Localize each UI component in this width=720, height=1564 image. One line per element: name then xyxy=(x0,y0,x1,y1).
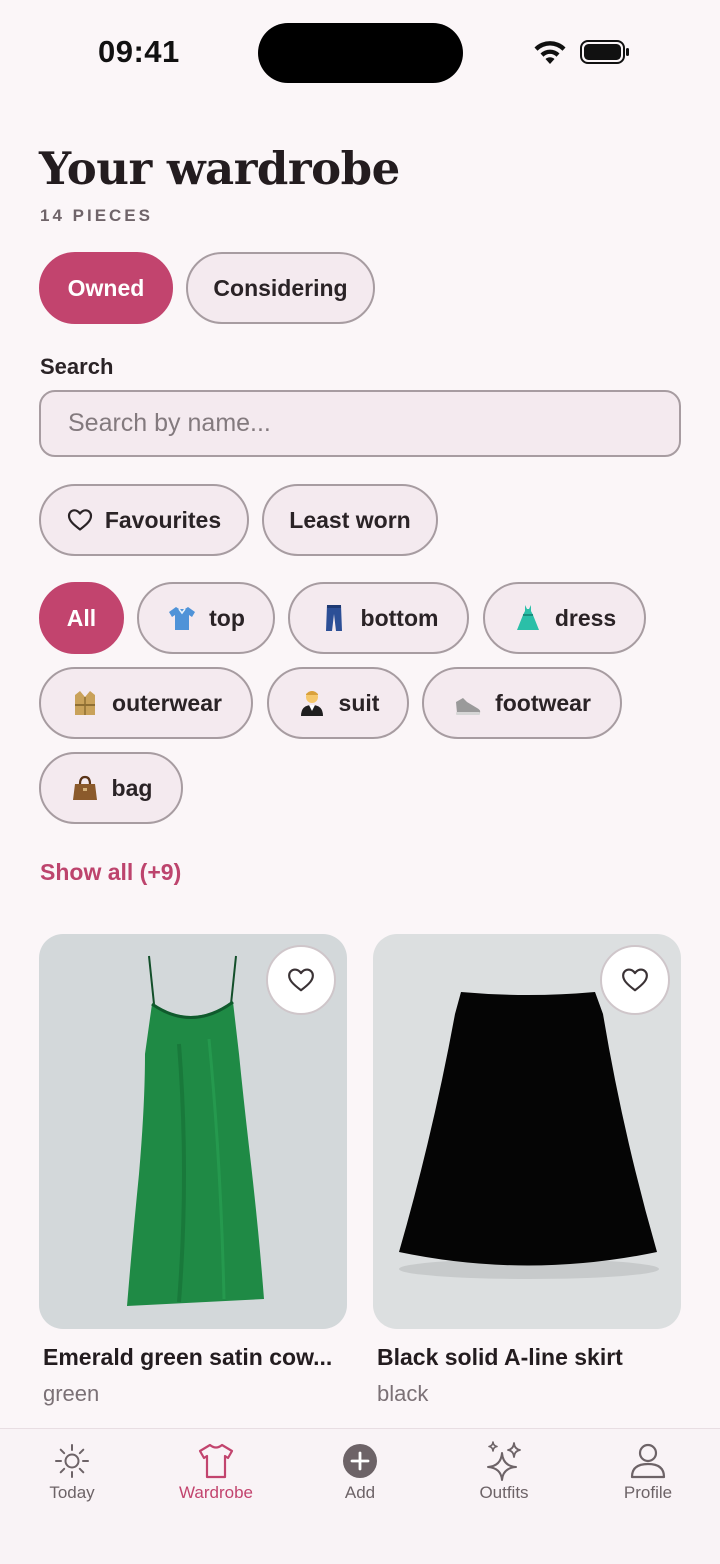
segment-owned-label: Owned xyxy=(67,274,145,301)
sparkles-icon xyxy=(487,1441,521,1481)
category-bag[interactable]: bag xyxy=(39,752,183,824)
tab-profile[interactable]: Profile xyxy=(593,1441,703,1503)
filter-favourites[interactable]: Favourites xyxy=(39,484,249,556)
category-bottom[interactable]: bottom xyxy=(288,582,469,654)
category-bottom-label: bottom xyxy=(360,604,439,631)
category-top-label: top xyxy=(209,604,245,631)
heart-icon xyxy=(288,968,314,992)
tab-today[interactable]: Today xyxy=(17,1441,127,1503)
category-dress-label: dress xyxy=(554,604,617,631)
category-dress[interactable]: dress xyxy=(483,582,646,654)
tab-wardrobe[interactable]: Wardrobe xyxy=(161,1441,271,1503)
piece-count: 14 PIECES xyxy=(40,206,153,225)
category-outerwear-label: outerwear xyxy=(112,689,222,716)
dress-emoji-icon xyxy=(516,605,539,630)
category-top[interactable]: top xyxy=(137,582,275,654)
tab-outfits[interactable]: Outfits xyxy=(449,1441,559,1503)
wifi-icon xyxy=(534,41,566,64)
shirt-emoji-icon xyxy=(169,607,196,630)
item-card[interactable]: Black solid A-line skirt black xyxy=(373,934,681,1406)
tab-outfits-label: Outfits xyxy=(479,1483,529,1502)
category-all-label: All xyxy=(66,604,97,631)
category-all[interactable]: All xyxy=(39,582,124,654)
sneaker-emoji-icon xyxy=(456,698,481,715)
filter-least-worn[interactable]: Least worn xyxy=(262,484,438,556)
category-bag-label: bag xyxy=(111,774,153,801)
category-outerwear[interactable]: outerwear xyxy=(39,667,253,739)
item-color: green xyxy=(43,1381,100,1406)
segment-owned[interactable]: Owned xyxy=(39,252,173,324)
battery-icon xyxy=(580,40,629,64)
tab-wardrobe-label: Wardrobe xyxy=(178,1483,253,1502)
tab-bar: Today Wardrobe Add Outfits Profile xyxy=(0,1428,720,1564)
item-image-green-dress xyxy=(39,934,347,1329)
dynamic-island xyxy=(258,23,463,83)
category-suit[interactable]: suit xyxy=(267,667,409,739)
heart-icon xyxy=(622,968,648,992)
status-time: 09:41 xyxy=(98,34,180,69)
page-title: Your wardrobe xyxy=(39,142,400,195)
coat-emoji-icon xyxy=(75,691,96,715)
item-image-black-skirt xyxy=(373,934,681,1329)
category-footwear[interactable]: footwear xyxy=(422,667,622,739)
filter-favourites-label: Favourites xyxy=(104,506,222,533)
heart-icon xyxy=(67,509,92,531)
person-in-tuxedo-emoji-icon xyxy=(300,691,323,716)
jeans-emoji-icon xyxy=(325,605,342,631)
tab-today-label: Today xyxy=(49,1483,95,1502)
sun-icon xyxy=(55,1444,89,1478)
search-input[interactable] xyxy=(39,390,681,457)
tshirt-icon xyxy=(198,1443,234,1479)
tab-profile-label: Profile xyxy=(623,1483,673,1502)
tab-add-label: Add xyxy=(344,1483,376,1502)
category-footwear-label: footwear xyxy=(495,689,591,716)
item-card[interactable]: Emerald green satin cow... green xyxy=(39,934,347,1406)
item-name: Emerald green satin cow... xyxy=(43,1344,333,1370)
show-all-link[interactable]: Show all (+9) xyxy=(40,859,181,886)
add-circle-icon xyxy=(343,1444,377,1478)
favourite-button[interactable] xyxy=(600,945,670,1015)
segment-considering-label: Considering xyxy=(213,274,348,301)
item-color: black xyxy=(377,1381,429,1406)
filter-least-worn-label: Least worn xyxy=(289,506,411,533)
person-icon xyxy=(630,1443,666,1479)
tab-add[interactable]: Add xyxy=(305,1441,415,1503)
favourite-button[interactable] xyxy=(266,945,336,1015)
category-suit-label: suit xyxy=(338,689,380,716)
item-name: Black solid A-line skirt xyxy=(377,1344,623,1370)
segment-considering[interactable]: Considering xyxy=(186,252,375,324)
handbag-emoji-icon xyxy=(72,775,97,800)
search-label: Search xyxy=(40,354,114,379)
status-bar: 09:41 xyxy=(0,0,720,106)
